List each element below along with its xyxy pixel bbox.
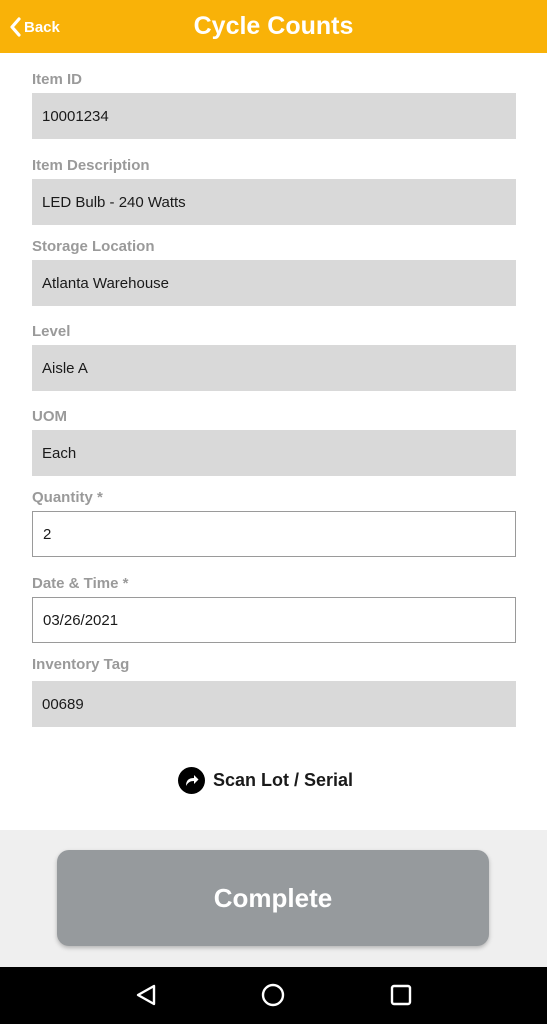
share-arrow-icon — [178, 766, 205, 794]
item-description-label: Item Description — [32, 157, 150, 174]
uom-field: Each — [32, 430, 516, 476]
storage-location-field: Atlanta Warehouse — [32, 260, 516, 306]
system-nav-bar — [0, 967, 547, 1024]
home-circle-icon[interactable] — [258, 980, 288, 1010]
scan-lot-serial-button[interactable]: Scan Lot / Serial — [178, 766, 353, 794]
level-label: Level — [32, 323, 71, 340]
back-triangle-icon[interactable] — [131, 980, 161, 1010]
scan-lot-serial-label: Scan Lot / Serial — [213, 769, 354, 790]
uom-label: UOM — [32, 408, 67, 425]
quantity-label: Quantity * — [32, 489, 103, 506]
complete-button[interactable]: Complete — [57, 850, 489, 946]
storage-location-label: Storage Location — [32, 238, 155, 255]
page-title: Cycle Counts — [193, 12, 354, 40]
item-id-label: Item ID — [32, 71, 83, 88]
quantity-input[interactable]: 2 — [32, 511, 516, 557]
inventory-tag-label: Inventory Tag — [32, 656, 130, 673]
level-field: Aisle A — [32, 345, 516, 391]
inventory-tag-field: 00689 — [32, 681, 516, 727]
item-description-field: LED Bulb - 240 Watts — [32, 179, 516, 225]
recents-square-icon[interactable] — [386, 980, 416, 1010]
item-id-field: 10001234 — [32, 93, 516, 139]
app-header: Back Cycle Counts — [0, 0, 547, 53]
date-time-input[interactable]: 03/26/2021 — [32, 597, 516, 643]
date-time-label: Date & Time * — [32, 575, 129, 592]
